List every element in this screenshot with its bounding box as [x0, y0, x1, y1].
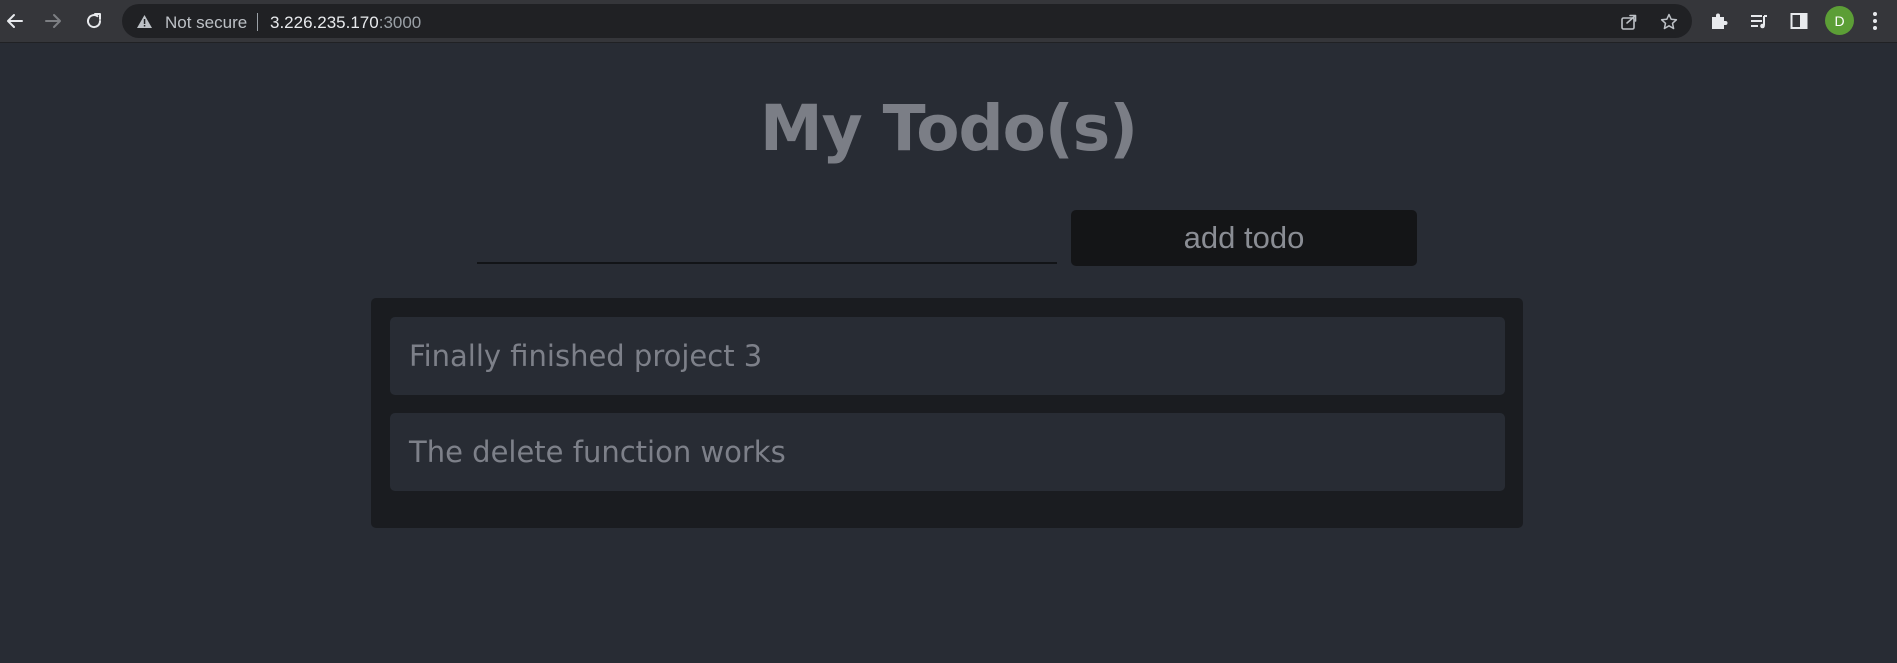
todo-item[interactable]: The delete function works: [390, 413, 1505, 491]
avatar[interactable]: D: [1825, 6, 1854, 35]
address-bar[interactable]: Not secure 3.226.235.170:3000: [122, 4, 1692, 38]
url-port: :3000: [378, 13, 422, 32]
media-list-icon[interactable]: [1747, 9, 1771, 33]
browser-toolbar: Not secure 3.226.235.170:3000 D: [0, 0, 1897, 43]
forward-arrow-icon: [43, 11, 63, 31]
add-todo-button[interactable]: add todo: [1071, 210, 1417, 266]
share-icon[interactable]: [1619, 12, 1639, 32]
reload-button[interactable]: [80, 7, 108, 35]
address-divider: [257, 13, 258, 31]
puzzle-icon[interactable]: [1707, 9, 1731, 33]
warning-icon[interactable]: [136, 14, 153, 34]
forward-button[interactable]: [39, 7, 67, 35]
todo-input[interactable]: [477, 220, 1057, 264]
back-button[interactable]: [1, 7, 29, 35]
back-arrow-icon: [5, 11, 25, 31]
todo-item[interactable]: Finally finished project 3: [390, 317, 1505, 395]
security-label[interactable]: Not secure: [165, 13, 247, 33]
todo-list: Finally finished project 3 The delete fu…: [371, 298, 1523, 528]
kebab-menu-icon[interactable]: [1863, 9, 1887, 33]
reload-icon: [84, 11, 104, 31]
star-icon[interactable]: [1659, 12, 1679, 32]
page-title: My Todo(s): [759, 92, 1138, 165]
side-panel-icon[interactable]: [1787, 9, 1811, 33]
url-host: 3.226.235.170: [270, 13, 379, 32]
url-text[interactable]: 3.226.235.170:3000: [270, 13, 421, 33]
